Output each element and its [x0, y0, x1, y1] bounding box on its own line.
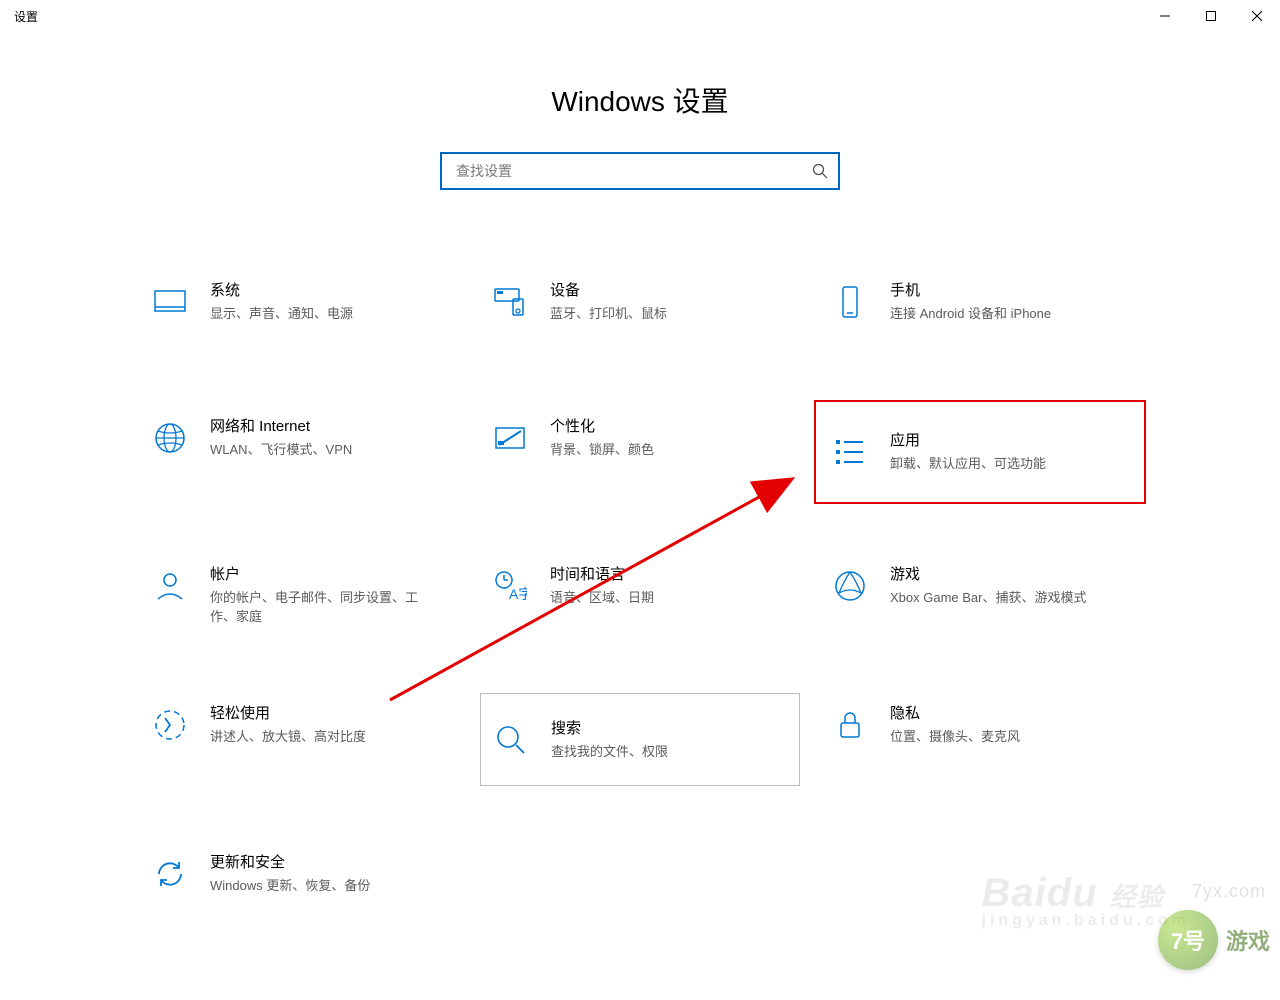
tile-title: 手机 [890, 280, 1051, 301]
tile-update-security[interactable]: 更新和安全 Windows 更新、恢复、备份 [140, 842, 460, 922]
tile-time-language[interactable]: A字 时间和语言 语音、区域、日期 [480, 554, 800, 637]
tile-network[interactable]: 网络和 Internet WLAN、飞行模式、VPN [140, 406, 460, 498]
page-heading: Windows 设置 [0, 80, 1280, 120]
ease-of-access-icon [150, 705, 190, 745]
update-icon [150, 854, 190, 894]
minimize-button[interactable] [1142, 0, 1188, 32]
globe-icon [150, 418, 190, 458]
svg-text:A字: A字 [509, 586, 527, 602]
tile-title: 搜索 [551, 718, 668, 739]
tile-apps[interactable]: 应用 卸载、默认应用、可选功能 [820, 406, 1140, 498]
tile-title: 网络和 Internet [210, 416, 352, 437]
tile-desc: WLAN、飞行模式、VPN [210, 441, 352, 460]
tile-phone[interactable]: 手机 连接 Android 设备和 iPhone [820, 270, 1140, 350]
tile-personalization[interactable]: 个性化 背景、锁屏、颜色 [480, 406, 800, 498]
tile-desc: 你的帐户、电子邮件、同步设置、工作、家庭 [210, 589, 420, 627]
accounts-icon [150, 566, 190, 606]
tile-title: 帐户 [210, 564, 420, 585]
title-bar: 设置 [0, 0, 1280, 32]
tile-title: 设备 [550, 280, 667, 301]
tile-search[interactable]: 搜索 查找我的文件、权限 [480, 693, 800, 787]
tile-devices[interactable]: 设备 蓝牙、打印机、鼠标 [480, 270, 800, 350]
tile-gaming[interactable]: 游戏 Xbox Game Bar、捕获、游戏模式 [820, 554, 1140, 637]
tile-title: 更新和安全 [210, 852, 370, 873]
window-controls [1142, 0, 1280, 32]
tile-desc: 蓝牙、打印机、鼠标 [550, 305, 667, 324]
tile-desc: 讲述人、放大镜、高对比度 [210, 728, 366, 747]
tile-desc: 连接 Android 设备和 iPhone [890, 305, 1051, 324]
tile-desc: Xbox Game Bar、捕获、游戏模式 [890, 589, 1087, 608]
apps-icon [830, 432, 870, 472]
tile-title: 轻松使用 [210, 703, 366, 724]
watermark-site: 7号 游戏 [1158, 910, 1270, 970]
devices-icon [490, 282, 530, 322]
tile-desc: 卸载、默认应用、可选功能 [890, 455, 1046, 474]
tile-desc: 位置、摄像头、麦克风 [890, 728, 1020, 747]
close-button[interactable] [1234, 0, 1280, 32]
tile-title: 游戏 [890, 564, 1087, 585]
window-title: 设置 [14, 8, 38, 25]
time-language-icon: A字 [490, 566, 530, 606]
tile-title: 系统 [210, 280, 353, 301]
tile-title: 个性化 [550, 416, 654, 437]
tile-desc: 显示、声音、通知、电源 [210, 305, 353, 324]
tile-privacy[interactable]: 隐私 位置、摄像头、麦克风 [820, 693, 1140, 787]
tile-title: 时间和语言 [550, 564, 654, 585]
tile-accounts[interactable]: 帐户 你的帐户、电子邮件、同步设置、工作、家庭 [140, 554, 460, 637]
tile-title: 隐私 [890, 703, 1020, 724]
close-icon [1252, 11, 1262, 21]
tile-desc: 查找我的文件、权限 [551, 743, 668, 762]
search-icon [812, 163, 828, 179]
tile-system[interactable]: 系统 显示、声音、通知、电源 [140, 270, 460, 350]
gaming-icon [830, 566, 870, 606]
minimize-icon [1160, 11, 1170, 21]
personalization-icon [490, 418, 530, 458]
privacy-icon [830, 705, 870, 745]
search-input[interactable] [454, 162, 812, 180]
system-icon [150, 282, 190, 322]
tile-desc: Windows 更新、恢复、备份 [210, 877, 370, 896]
tile-desc: 语音、区域、日期 [550, 589, 654, 608]
tile-title: 应用 [890, 430, 1046, 451]
tile-ease-of-access[interactable]: 轻松使用 讲述人、放大镜、高对比度 [140, 693, 460, 787]
maximize-button[interactable] [1188, 0, 1234, 32]
settings-grid: 系统 显示、声音、通知、电源 设备 蓝牙、打印机、鼠标 手机 连接 Androi… [140, 270, 1140, 922]
phone-icon [830, 282, 870, 322]
search-category-icon [491, 720, 531, 760]
search-box[interactable] [440, 152, 840, 190]
watermark-badge: 7号 [1158, 910, 1218, 970]
watermark-site-url: 7yx.com [1192, 881, 1266, 902]
tile-desc: 背景、锁屏、颜色 [550, 441, 654, 460]
watermark-text: 游戏 [1226, 924, 1270, 956]
maximize-icon [1206, 11, 1216, 21]
